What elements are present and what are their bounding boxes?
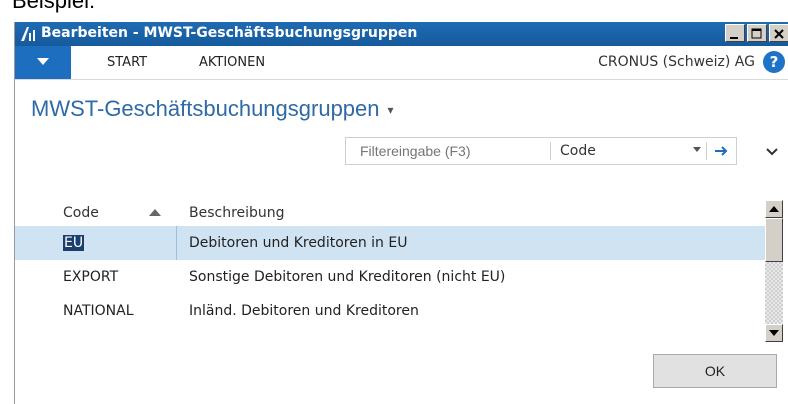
dynamics-logo-icon [21,27,35,41]
app-menu-button[interactable] [15,46,71,79]
table-row[interactable]: EU Debitoren und Kreditoren in EU [15,226,775,260]
column-header-code[interactable]: Code [63,205,99,221]
scroll-up-button[interactable] [765,200,783,218]
chevron-down-icon[interactable] [692,144,702,154]
dropdown-arrow-icon [37,58,49,65]
sort-ascending-icon [149,209,161,216]
scrollbar-track[interactable] [765,262,783,324]
title-dropdown-icon[interactable]: ▾ [388,103,394,117]
row-code[interactable]: EXPORT [63,269,118,285]
filter-input[interactable] [346,138,546,164]
row-code[interactable]: EU [63,235,85,251]
scroll-down-icon [769,330,779,336]
page-title-text: MWST-Geschäftsbuchungsgruppen [31,96,380,121]
row-description[interactable]: Debitoren und Kreditoren in EU [189,235,407,251]
row-description[interactable]: Sonstige Debitoren und Kreditoren (nicht… [189,269,505,285]
row-code-value[interactable]: EU [63,235,85,251]
filter-field-select[interactable]: Code [560,143,596,159]
maximize-button[interactable] [747,24,767,42]
scrollbar-thumb[interactable] [765,218,783,262]
table-row[interactable]: EXPORT Sonstige Debitoren und Kreditoren… [15,260,775,294]
close-icon [774,29,784,39]
window-title: Bearbeiten - MWST-Geschäftsbuchungsgrupp… [41,25,418,41]
dialog-window: Bearbeiten - MWST-Geschäftsbuchungsgrupp… [14,22,788,404]
tab-start[interactable]: START [107,55,147,70]
minimize-button[interactable] [725,24,745,42]
scroll-up-icon [769,206,779,212]
help-icon[interactable]: ? [763,51,785,73]
column-header-description[interactable]: Beschreibung [189,205,285,221]
close-button[interactable] [769,24,788,42]
vertical-scrollbar[interactable] [765,200,783,342]
cell-divider [176,226,177,260]
page-title: MWST-Geschäftsbuchungsgruppen ▾ [31,96,394,122]
scroll-down-button[interactable] [765,324,783,342]
filter-box: Code [345,137,737,165]
row-description[interactable]: Inländ. Debitoren und Kreditoren [189,303,419,319]
filter-divider-2 [706,142,707,160]
table-row[interactable]: NATIONAL Inländ. Debitoren und Kreditore… [15,294,775,328]
tab-aktionen[interactable]: AKTIONEN [199,55,265,70]
minimize-icon [730,37,738,39]
collapse-chevron-icon[interactable] [765,147,779,157]
company-name[interactable]: CRONUS (Schweiz) AG [598,54,755,70]
maximize-icon [751,28,762,39]
row-code[interactable]: NATIONAL [63,303,134,319]
caption-text: Beispiel: [12,0,96,13]
ok-button[interactable]: OK [653,354,777,388]
arrow-right-icon[interactable] [713,143,729,159]
ribbon-bar: START AKTIONEN CRONUS (Schweiz) AG ? [15,46,788,80]
title-bar[interactable]: Bearbeiten - MWST-Geschäftsbuchungsgrupp… [15,22,788,46]
table-header: Code Beschreibung [15,196,775,226]
filter-divider [550,142,551,160]
